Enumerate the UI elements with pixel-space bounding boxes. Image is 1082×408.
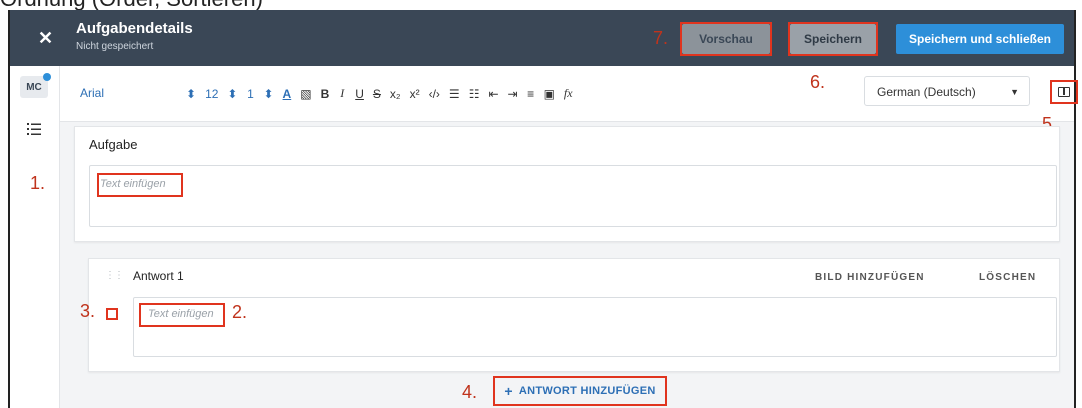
format-buttons: ⬍ 12 ⬍ 1 ⬍ A ▧ B I U S x₂ x² ‹/› ☰ ☷ ⇤ ⇥… (186, 86, 573, 101)
task-label: Aufgabe (89, 137, 138, 152)
answer-placeholder: Text einfügen (148, 308, 214, 320)
correct-answer-checkbox[interactable] (106, 308, 118, 320)
caption-fragment: Ordnung (Order, Sortieren) (0, 0, 263, 10)
annotation-7: 7. (653, 28, 669, 48)
answer-text-field[interactable]: Text einfügen (133, 297, 1057, 357)
italic-icon[interactable]: I (338, 86, 346, 101)
add-image-button[interactable]: BILD HINZUFÜGEN (815, 272, 925, 283)
annotation-1: 1. (30, 173, 46, 193)
task-placeholder: Text einfügen (100, 178, 166, 190)
annotation-6: 6. (810, 72, 826, 92)
caption-strip: Ordnung (Order, Sortieren) (0, 0, 1082, 10)
superscript-icon[interactable]: x² (410, 87, 420, 101)
underline-icon[interactable]: U (355, 87, 364, 101)
format-toolbar: Arial ⬍ 12 ⬍ 1 ⬍ A ▧ B I U S x₂ x² ‹/› ☰… (60, 66, 1078, 134)
layout-toggle-icon[interactable] (1058, 87, 1070, 97)
language-value: German (Deutsch) (877, 85, 976, 99)
image-icon[interactable]: ▣ (544, 87, 555, 101)
align-icon[interactable]: ≡ (527, 87, 535, 101)
mc-type-badge[interactable]: MC (20, 73, 51, 98)
plus-icon: + (504, 383, 513, 399)
add-answer-button[interactable]: + ANTWORT HINZUFÜGEN (493, 376, 667, 406)
save-button[interactable]: Speichern (790, 24, 876, 54)
annotation-4: 4. (462, 382, 478, 402)
size-stepper-icon[interactable]: ⬍ (227, 87, 237, 101)
numbered-list-icon[interactable]: ☷ (469, 87, 480, 101)
preview-button[interactable]: Vorschau (682, 24, 770, 54)
line-height-value[interactable]: 1 (246, 87, 254, 101)
answer-label: Antwort 1 (133, 269, 184, 283)
bold-icon[interactable]: B (321, 87, 330, 101)
language-select[interactable]: German (Deutsch) ▼ (864, 76, 1030, 106)
add-answer-label: ANTWORT HINZUFÜGEN (518, 385, 656, 397)
text-color-icon[interactable]: A (283, 87, 292, 101)
task-text-field[interactable]: Text einfügen (89, 165, 1057, 227)
line-stepper-icon[interactable]: ⬍ (263, 87, 273, 101)
mc-status-dot (43, 73, 51, 81)
header-bar: ✕ Aufgabendetails Nicht gespeichert Vors… (10, 10, 1074, 66)
chevron-down-icon: ▼ (1010, 87, 1019, 97)
mc-label: MC (26, 81, 42, 93)
outdent-icon[interactable]: ⇤ (488, 87, 498, 101)
annotation-2: 2. (232, 302, 248, 322)
highlight-color-icon[interactable]: ▧ (300, 87, 311, 101)
formula-icon[interactable]: fx (564, 86, 573, 101)
code-icon[interactable]: ‹/› (429, 87, 440, 101)
save-status: Nicht gespeichert (76, 41, 154, 52)
annotation-3: 3. (80, 301, 96, 321)
page-title: Aufgabendetails (76, 20, 193, 37)
task-card: Aufgabe Text einfügen (74, 126, 1060, 242)
bullet-list-icon[interactable]: ☰ (449, 87, 460, 101)
close-icon[interactable]: ✕ (38, 28, 53, 49)
list-icon[interactable] (27, 122, 41, 136)
subscript-icon[interactable]: x₂ (390, 87, 401, 101)
font-stepper-icon[interactable]: ⬍ (186, 87, 196, 101)
strikethrough-icon[interactable]: S (373, 87, 381, 101)
font-family-select[interactable]: Arial (80, 86, 104, 100)
left-rail: MC (10, 66, 60, 408)
task-editor-window: ✕ Aufgabendetails Nicht gespeichert Vors… (8, 10, 1078, 408)
save-and-close-button[interactable]: Speichern und schließen (896, 24, 1064, 54)
font-size-value[interactable]: 12 (205, 87, 218, 101)
delete-answer-button[interactable]: LÖSCHEN (979, 272, 1036, 283)
drag-handle-icon[interactable]: ⋮⋮ (105, 270, 124, 281)
indent-icon[interactable]: ⇥ (508, 87, 518, 101)
